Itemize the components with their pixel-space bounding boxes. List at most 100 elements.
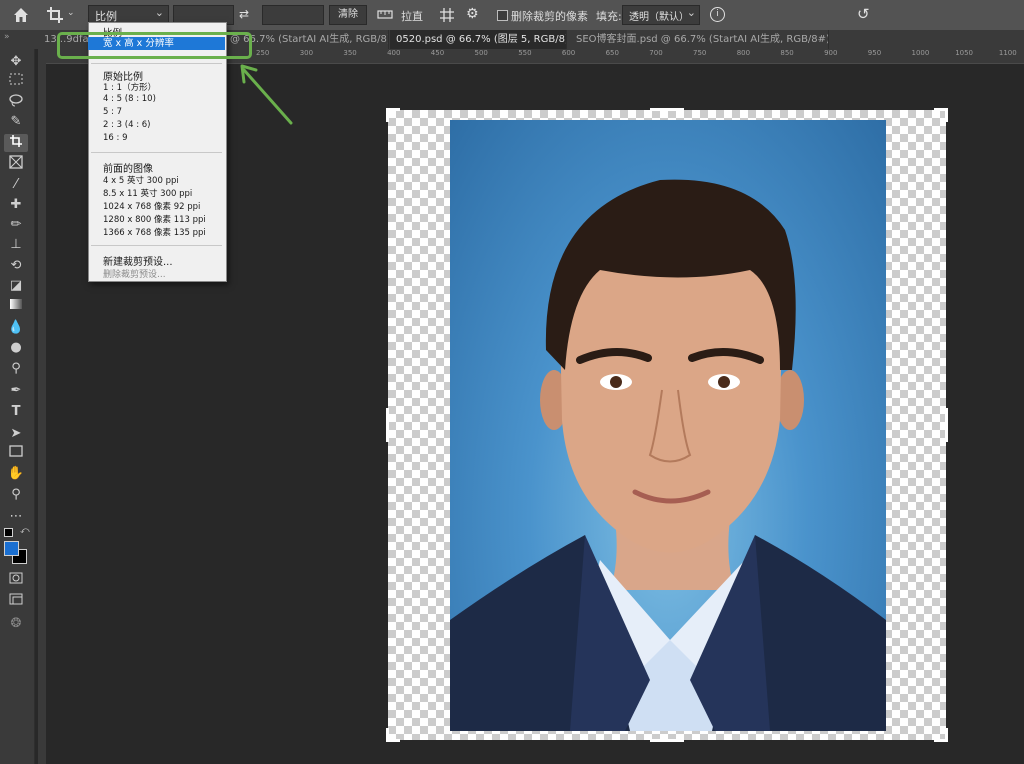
fill-select[interactable]: 透明（默认） ⌄ (622, 5, 700, 25)
home-icon[interactable] (12, 6, 30, 24)
ruler-tick-label: 900 (824, 49, 838, 57)
dodge-tool-icon[interactable]: ● (4, 339, 28, 357)
tab-label: @ 66.7% (StartAI AI生成, RGB/8) * (230, 34, 389, 45)
menu-item-ratio-16-9[interactable]: 16 : 9 (103, 133, 128, 143)
healing-brush-tool-icon[interactable]: ✚ (4, 196, 28, 214)
reset-crop-icon[interactable]: ↺ (857, 5, 870, 23)
blur-tool-icon[interactable]: 💧 (4, 319, 28, 337)
gear-icon[interactable]: ⚙ (466, 6, 479, 22)
foreground-color-swatch[interactable] (4, 541, 19, 556)
screen-mode-icon[interactable] (4, 593, 28, 611)
menu-item-new-preset[interactable]: 新建裁剪预设... (103, 253, 173, 268)
tab-document-4[interactable]: SEO博客封面.psd @ 66.7% (StartAI AI生成, RGB/8… (570, 30, 829, 49)
ruler-tick-label: 800 (736, 49, 751, 57)
menu-item-ratio-4-5[interactable]: 4 : 5 (8 : 10) (103, 94, 156, 104)
menu-item-preset-4x5[interactable]: 4 x 5 英寸 300 ppi (103, 174, 179, 186)
straighten-label[interactable]: 拉直 (401, 8, 423, 24)
brush-tool-icon[interactable]: ✏ (4, 216, 28, 234)
portrait-photo[interactable] (450, 120, 886, 731)
crop-handle-bottom[interactable] (650, 739, 684, 742)
tab-document-3[interactable]: 0520.psd @ 66.7% (图层 5, RGB/8) *× (390, 30, 567, 49)
quick-selection-tool-icon[interactable]: ✎ (4, 113, 28, 131)
chevron-down-icon: ⌄ (154, 6, 164, 19)
lasso-tool-icon[interactable] (4, 93, 28, 111)
ruler-tick-label: 1100 (998, 49, 1017, 57)
crop-handle-bottom-right[interactable] (945, 728, 948, 742)
move-tool-icon[interactable]: ✥ (4, 53, 28, 71)
burn-tool-icon[interactable]: ⚲ (4, 360, 28, 378)
ruler-tick-label: 250 (256, 49, 270, 57)
crop-handle-top-left[interactable] (386, 108, 389, 122)
straighten-icon[interactable] (377, 8, 393, 20)
eyedropper-tool-icon[interactable]: ⁄ (4, 176, 28, 194)
frame-tool-icon[interactable] (4, 155, 28, 173)
ruler-tick-label: 1000 (911, 49, 930, 57)
tab-label: 0520.psd @ 66.7% (图层 5, RGB/8) * (396, 34, 567, 45)
crop-handle-top[interactable] (650, 108, 684, 111)
default-colors-icon[interactable] (4, 528, 13, 537)
stamp-tool-icon[interactable]: ⊥ (4, 236, 28, 254)
zoom-tool-icon[interactable]: ⚲ (4, 486, 28, 504)
fill-select-value: 透明（默认） (629, 12, 689, 23)
quick-mask-icon[interactable] (4, 572, 28, 590)
path-selection-tool-icon[interactable]: ➤ (4, 425, 28, 443)
ruler-tick-label: 500 (474, 49, 488, 57)
crop-tool-icon[interactable] (46, 6, 64, 24)
crop-tool-icon[interactable] (4, 134, 28, 152)
ruler-tick-label: 400 (387, 49, 401, 57)
ruler-tick-label: 950 (867, 49, 882, 57)
vertical-ruler (38, 49, 46, 764)
marquee-tool-icon[interactable] (4, 73, 28, 91)
ruler-tick-label: 550 (518, 49, 532, 57)
annotation-arrow-icon (240, 64, 293, 125)
delete-cropped-label[interactable]: 删除裁剪的像素 (511, 8, 588, 24)
crop-handle-top-right[interactable] (945, 108, 948, 122)
hand-tool-icon[interactable]: ✋ (4, 465, 28, 483)
ruler-tick-label: 600 (561, 49, 576, 57)
crop-handle-right[interactable] (945, 408, 948, 442)
swap-colors-icon[interactable]: ⤺ (20, 526, 30, 536)
menu-divider (91, 63, 222, 64)
menu-item-preset-1024x768[interactable]: 1024 x 768 像素 92 ppi (103, 200, 200, 212)
ruler-tick-label: 450 (430, 49, 445, 57)
menu-item-preset-1366x768[interactable]: 1366 x 768 像素 135 ppi (103, 226, 206, 238)
pen-tool-icon[interactable]: ✒ (4, 382, 28, 400)
portrait-illustration (450, 179, 886, 731)
tools-panel: ✥ ✎ ⁄ ✚ ✏ ⊥ ⟲ ◪ 💧 ● ⚲ ✒ T ➤ ✋ ⚲ ⋯ ⤺ ❂ (0, 49, 35, 764)
type-tool-icon[interactable]: T (4, 403, 28, 421)
menu-item-ratio-2-3[interactable]: 2 : 3 (4 : 6) (103, 120, 151, 130)
eraser-tool-icon[interactable]: ◪ (4, 277, 28, 295)
tab-label: SEO博客封面.psd @ 66.7% (StartAI AI生成, RGB/8… (576, 34, 829, 45)
gradient-tool-icon[interactable] (4, 298, 28, 316)
delete-cropped-checkbox[interactable] (497, 10, 508, 21)
fill-label: 填充: (596, 10, 622, 23)
menu-item-ratio-5-7[interactable]: 5 : 7 (103, 107, 122, 117)
menu-divider (91, 245, 222, 246)
section-previous-image: 前面的图像 (103, 164, 153, 175)
tool-preset-chevron-icon[interactable]: ⌄ (67, 8, 75, 18)
grid-overlay-icon[interactable] (439, 7, 455, 23)
menu-item-preset-1280x800[interactable]: 1280 x 800 像素 113 ppi (103, 213, 206, 225)
menu-item-delete-preset: 删除裁剪预设... (103, 270, 166, 280)
history-brush-tool-icon[interactable]: ⟲ (4, 257, 28, 275)
crop-handle-left[interactable] (386, 408, 389, 442)
menu-item-preset-8x11[interactable]: 8.5 x 11 英寸 300 ppi (103, 187, 192, 199)
clear-button[interactable]: 清除 (329, 5, 367, 25)
swap-icon[interactable]: ⇄ (239, 7, 249, 21)
height-input[interactable] (262, 5, 324, 25)
chevron-down-icon: ⌄ (686, 6, 696, 19)
ruler-tick-label: 700 (649, 49, 663, 57)
tab-collapse-icon[interactable]: » (4, 32, 10, 42)
generative-icon[interactable]: ❂ (4, 615, 28, 633)
menu-item-ratio-1-1[interactable]: 1 : 1（方形） (103, 81, 156, 93)
ruler-tick-label: 1050 (955, 49, 974, 57)
annotation-highlight-box (57, 32, 252, 59)
rectangle-tool-icon[interactable] (4, 445, 28, 463)
info-icon[interactable]: i (710, 7, 725, 22)
crop-handle-bottom-left[interactable] (386, 728, 389, 742)
ruler-tick-label: 350 (343, 49, 357, 57)
ruler-tick-label: 750 (693, 49, 707, 57)
ruler-tick-label: 300 (299, 49, 314, 57)
more-tools-icon[interactable]: ⋯ (4, 508, 28, 526)
ruler-tick-label: 650 (605, 49, 619, 57)
